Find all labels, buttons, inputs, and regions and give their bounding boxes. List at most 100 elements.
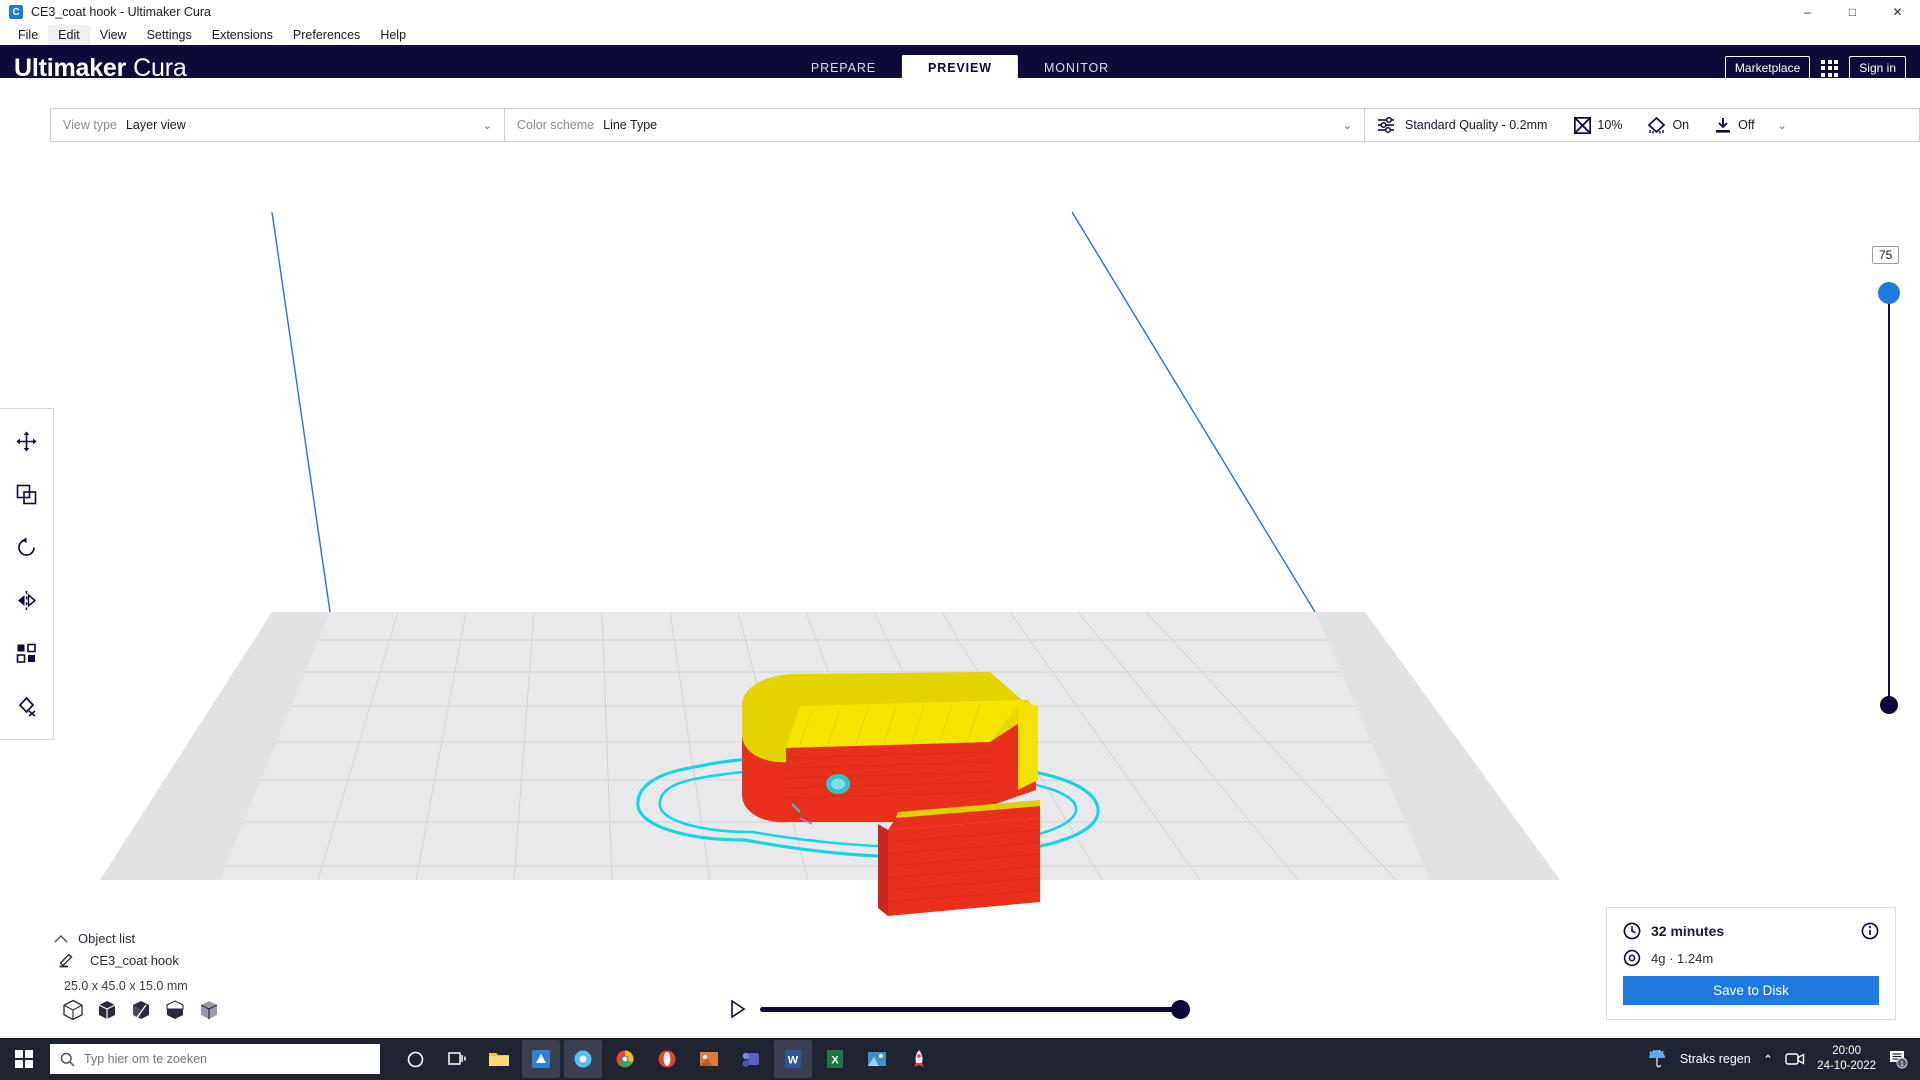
rotate-tool[interactable] [0,521,53,574]
mirror-icon [18,591,37,610]
minimize-button[interactable]: – [1785,0,1830,24]
print-setup-selector[interactable]: Standard Quality - 0.2mm 10% On Off ⌄ [1365,108,1920,142]
menu-file[interactable]: File [8,25,48,45]
support-icon [1647,116,1666,134]
cube-filled-icon[interactable] [96,999,118,1024]
adhesion-setting[interactable]: Off [1714,117,1755,134]
excel-icon[interactable]: X [816,1040,854,1078]
menu-preferences[interactable]: Preferences [283,25,370,45]
maximize-button[interactable]: □ [1830,0,1875,24]
layer-slider-track[interactable] [1888,282,1890,714]
teams-icon[interactable] [732,1040,770,1078]
rain-icon [1646,1049,1668,1069]
windows-taskbar: W X [0,1038,1920,1080]
taskbar-search[interactable] [50,1044,380,1074]
per-model-settings-tool[interactable] [0,627,53,680]
scale-tool[interactable] [0,468,53,521]
clock-date: 24-10-2022 [1817,1060,1876,1072]
chrome-canary-icon[interactable] [564,1040,602,1078]
notifications-icon[interactable]: 1 [1888,1049,1908,1069]
teams-glyph [742,1052,759,1067]
cube-half-icon[interactable] [164,999,186,1024]
cube-outline-icon[interactable] [62,999,84,1024]
print-settings-glyph [1378,117,1394,133]
chevron-down-icon[interactable]: ⌄ [1778,119,1787,132]
save-to-disk-button[interactable]: Save to Disk [1623,976,1879,1005]
chevron-down-icon[interactable]: ⌄ [483,119,492,132]
path-playback-slider[interactable] [730,999,1190,1019]
menu-help[interactable]: Help [370,25,416,45]
clock-glyph [1623,922,1641,940]
object-name: CE3_coat hook [90,952,179,968]
search-input[interactable] [84,1052,370,1066]
color-scheme-value: Line Type [603,118,658,132]
opera-icon[interactable] [648,1040,686,1078]
svg-text:1: 1 [1900,1061,1904,1068]
menu-settings[interactable]: Settings [137,25,202,45]
support-value: On [1672,118,1690,132]
start-button[interactable] [0,1038,48,1080]
menu-extensions[interactable]: Extensions [202,25,283,45]
build-plate-viewport[interactable] [0,78,1920,1038]
svg-text:W: W [788,1055,799,1067]
opera-glyph [658,1050,676,1068]
print-info-card: 32 minutes 4g · 1.24m Save to Disk [1606,907,1896,1020]
chrome-icon[interactable] [606,1040,644,1078]
cura-taskbar-icon[interactable] [522,1040,560,1078]
cube-wire-icon[interactable] [198,999,220,1024]
cube-cut-glyph [133,1001,149,1020]
cortana-icon[interactable] [396,1040,434,1078]
tray-expand-icon[interactable]: ⌃ [1763,1052,1773,1067]
playback-handle[interactable] [1171,999,1190,1019]
taskbar-clock[interactable]: 20:00 24-10-2022 [1817,1044,1876,1074]
apps-grid-icon[interactable] [1821,59,1839,77]
object-dimensions: 25.0 x 45.0 x 15.0 mm [64,979,188,993]
task-view-icon[interactable] [438,1040,476,1078]
cube-cut-icon[interactable] [130,999,152,1024]
mirror-tool[interactable] [0,574,53,627]
meet-now-glyph [1785,1053,1805,1065]
support-glyph [1648,116,1666,133]
paint-icon[interactable] [858,1040,896,1078]
chevron-up-glyph [54,934,68,943]
meet-now-icon[interactable] [1785,1051,1805,1067]
playback-track[interactable] [760,999,1190,1019]
adhesion-value: Off [1738,118,1755,132]
layer-slider-top-handle[interactable] [1878,282,1900,304]
search-icon [60,1052,75,1067]
rocket-glyph [914,1050,924,1067]
window-title-bar: C CE3_coat hook - Ultimaker Cura – □ ✕ [0,0,1920,24]
infill-setting[interactable]: 10% [1574,116,1622,134]
print-profile-value: Standard Quality - 0.2mm [1405,118,1548,132]
object-list-header[interactable]: Object list [54,928,304,949]
pencil-glyph [59,953,73,968]
windows-logo-icon [14,1049,34,1069]
info-icon[interactable] [1861,922,1879,940]
scale-icon [16,484,37,505]
word-glyph: W [785,1050,801,1068]
move-tool[interactable] [0,415,53,468]
view-type-selector[interactable]: View type Layer view ⌄ [50,108,505,142]
support-setting[interactable]: On [1647,116,1690,134]
rocket-icon[interactable] [900,1040,938,1078]
spool-glyph [1623,949,1641,967]
marketplace-button[interactable]: Marketplace [1724,56,1811,80]
material-usage-row: 4g · 1.24m [1623,949,1879,967]
play-icon[interactable] [730,1000,746,1018]
menu-view[interactable]: View [90,25,137,45]
word-icon[interactable]: W [774,1040,812,1078]
close-button[interactable]: ✕ [1875,0,1920,24]
weather-label[interactable]: Straks regen [1680,1052,1751,1066]
layer-slider[interactable]: 75 [1872,246,1902,728]
support-blocker-tool[interactable] [0,680,53,733]
cortana-glyph [407,1051,423,1067]
layer-slider-bottom-handle[interactable] [1880,696,1898,714]
photos-icon[interactable] [690,1040,728,1078]
chevron-up-icon[interactable] [54,934,68,944]
chevron-down-icon[interactable]: ⌄ [1343,119,1352,132]
sign-in-button[interactable]: Sign in [1849,56,1906,80]
object-list-item[interactable]: CE3_coat hook [54,949,304,971]
color-scheme-selector[interactable]: Color scheme Line Type ⌄ [505,108,1365,142]
file-explorer-icon[interactable] [480,1040,518,1078]
menu-edit[interactable]: Edit [48,24,90,45]
